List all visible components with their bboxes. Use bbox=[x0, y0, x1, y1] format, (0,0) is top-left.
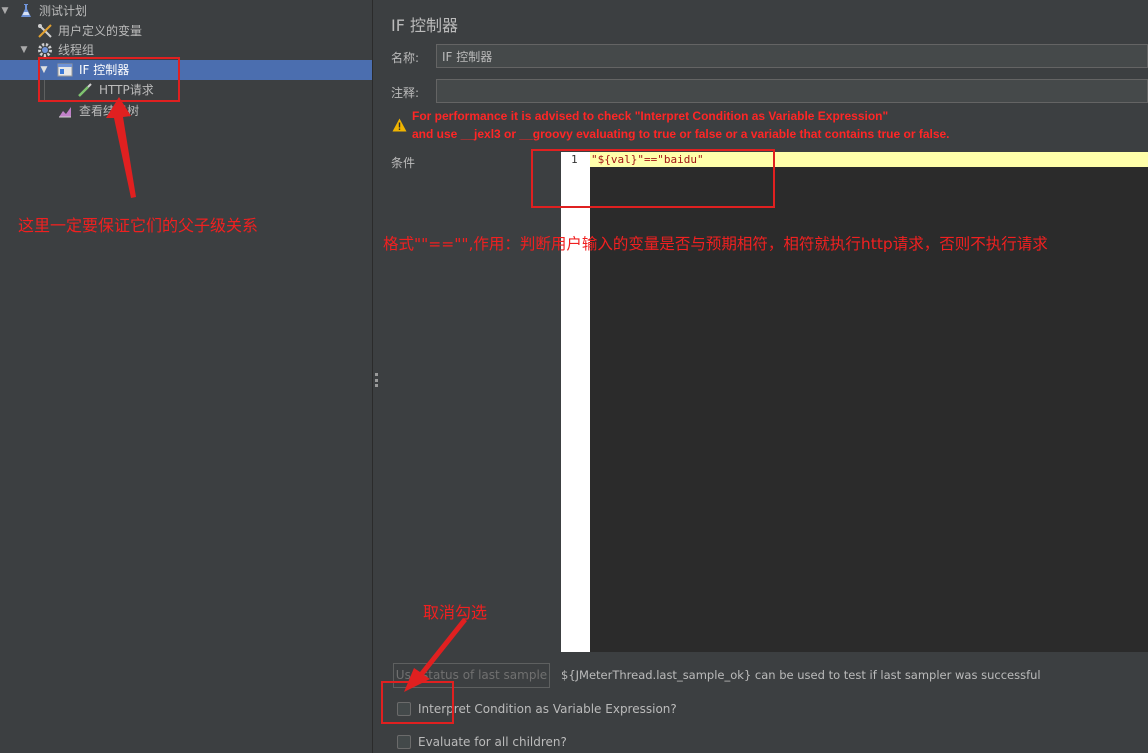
tools-icon bbox=[37, 23, 53, 39]
gear-icon bbox=[37, 42, 53, 58]
parent-child-annotation: 这里一定要保证它们的父子级关系 bbox=[18, 216, 259, 235]
test-plan-tree[interactable]: ▼ 测试计划 用户定义的变量 ▼ 线程组 ▼ IF 控制器 HTTP请求 查看结… bbox=[0, 0, 372, 753]
evaluate-all-children-checkbox[interactable] bbox=[397, 735, 411, 749]
uncheck-annotation: 取消勾选 bbox=[423, 603, 488, 622]
tree-node-label: 线程组 bbox=[58, 43, 95, 57]
editor-gutter: 1 bbox=[561, 152, 590, 652]
panel-title: IF 控制器 bbox=[391, 16, 459, 35]
condition-highlight-box bbox=[531, 149, 775, 208]
name-label: 名称: bbox=[391, 51, 420, 65]
if-controller-panel: IF 控制器 名称: 注释: For performance it is adv… bbox=[379, 0, 1148, 753]
flask-icon bbox=[18, 3, 34, 19]
chevron-down-icon[interactable]: ▼ bbox=[0, 6, 10, 16]
warning-icon bbox=[392, 118, 407, 132]
splitter-grip-icon[interactable] bbox=[375, 373, 378, 387]
interpret-condition-label[interactable]: Interpret Condition as Variable Expressi… bbox=[418, 702, 677, 716]
tree-highlight-box bbox=[38, 57, 180, 102]
last-sample-hint: ${JMeterThread.last_sample_ok} can be us… bbox=[561, 668, 1041, 682]
condition-label: 条件 bbox=[391, 156, 416, 170]
name-field[interactable] bbox=[436, 44, 1148, 68]
condition-editor[interactable]: 1 "${val}"=="baidu" bbox=[561, 152, 1148, 652]
tree-node-label: 查看结果树 bbox=[79, 104, 140, 118]
tree-node-test-plan[interactable]: ▼ 测试计划 bbox=[0, 1, 372, 21]
chart-icon bbox=[57, 103, 73, 119]
performance-warning-line-1: For performance it is advised to check "… bbox=[412, 109, 889, 123]
chevron-down-icon[interactable]: ▼ bbox=[19, 45, 29, 55]
tree-node-label: 测试计划 bbox=[39, 4, 88, 18]
comment-field[interactable] bbox=[436, 79, 1148, 103]
checkbox-highlight-box bbox=[381, 681, 454, 724]
evaluate-all-children-label[interactable]: Evaluate for all children? bbox=[418, 735, 567, 749]
code-area[interactable]: "${val}"=="baidu" bbox=[590, 152, 1148, 652]
tree-node-user-defined-variables[interactable]: 用户定义的变量 bbox=[0, 21, 372, 41]
panel-splitter[interactable] bbox=[372, 0, 379, 753]
evaluate-all-children-row[interactable]: Evaluate for all children? bbox=[397, 734, 567, 750]
performance-warning-line-2: and use __jexl3 or __groovy evaluating t… bbox=[412, 127, 950, 141]
format-annotation: 格式""=="",作用：判断用户输入的变量是否与预期相符，相符就执行http请求… bbox=[383, 235, 1048, 253]
comment-label: 注释: bbox=[391, 86, 420, 100]
tree-node-label: 用户定义的变量 bbox=[58, 24, 143, 38]
tree-node-view-results-tree[interactable]: 查看结果树 bbox=[0, 101, 372, 121]
